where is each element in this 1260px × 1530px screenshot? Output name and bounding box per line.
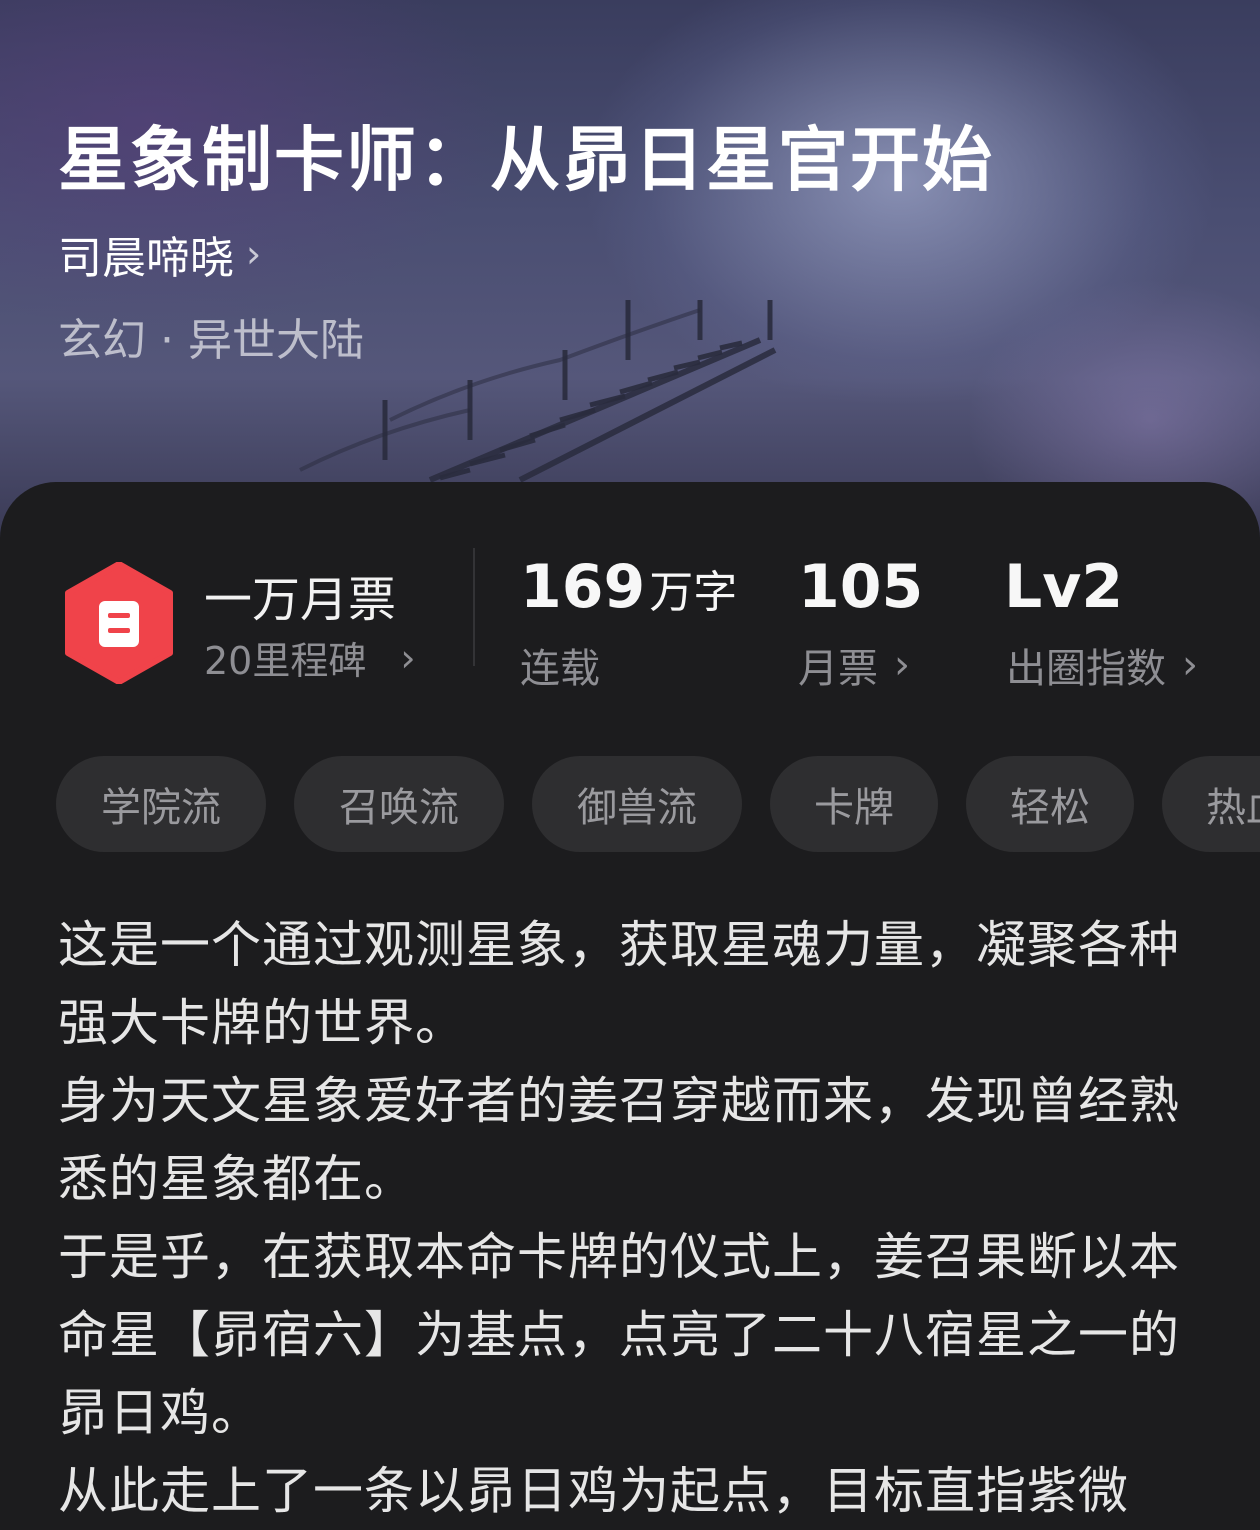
influence-level-value: Lv2 <box>1004 552 1124 622</box>
tag-academy[interactable]: 学院流 <box>56 756 266 852</box>
monthly-ticket-badge-icon[interactable] <box>64 562 174 684</box>
monthly-votes-label: 月票 <box>798 646 878 692</box>
tag-list: 学院流 召唤流 御兽流 卡牌 轻松 热血 <box>56 756 1260 854</box>
word-count-value: 169 <box>520 552 646 622</box>
influence-index-label: 出圈指数 <box>1006 646 1166 692</box>
monthly-votes-value: 105 <box>798 552 924 622</box>
chevron-right-icon: › <box>246 232 262 276</box>
tag-relaxed[interactable]: 轻松 <box>966 756 1134 852</box>
book-title: 星象制卡师：从昴日星官开始 <box>58 118 994 201</box>
serial-status-label: 连载 <box>520 646 600 692</box>
tag-cards[interactable]: 卡牌 <box>770 756 938 852</box>
word-count: 169万字 <box>520 552 737 622</box>
synopsis-paragraph: 这是一个通过观测星象，获取星魂力量，凝聚各种强大卡牌的世界。 <box>58 916 1180 1052</box>
synopsis-paragraph: 从此走上了一条以昴日鸡为起点，目标直指紫微 <box>58 1462 1129 1520</box>
synopsis-paragraph: 身为天文星象爱好者的姜召穿越而来，发现曾经熟悉的星象都在。 <box>58 1072 1180 1208</box>
ticket-goal-title: 一万月票 <box>204 572 397 628</box>
divider <box>473 548 475 666</box>
author-name: 司晨啼晓 <box>58 233 234 284</box>
chevron-right-icon: › <box>894 642 910 688</box>
tag-summoning[interactable]: 召唤流 <box>294 756 504 852</box>
word-count-unit: 万字 <box>649 567 738 618</box>
monthly-votes-link[interactable]: 月票 › <box>798 636 910 694</box>
milestone-link[interactable]: 20里程碑 › <box>204 630 416 685</box>
book-cover-hero: 星象制卡师：从昴日星官开始 司晨啼晓 › 玄幻 · 异世大陆 <box>0 0 1260 540</box>
influence-index-link[interactable]: 出圈指数 › <box>1006 636 1198 694</box>
tag-hot-blooded[interactable]: 热血 <box>1162 756 1260 852</box>
author-link[interactable]: 司晨啼晓 › <box>58 222 261 286</box>
chevron-right-icon: › <box>1182 642 1198 688</box>
tag-beast-taming[interactable]: 御兽流 <box>532 756 742 852</box>
synopsis-paragraph: 于是乎，在获取本命卡牌的仪式上，姜召果断以本命星【昴宿六】为基点，点亮了二十八宿… <box>58 1228 1180 1442</box>
book-synopsis: 这是一个通过观测星象，获取星魂力量，凝聚各种强大卡牌的世界。 身为天文星象爱好者… <box>58 906 1208 1530</box>
chevron-right-icon: › <box>400 635 416 680</box>
milestone-label: 20里程碑 <box>204 639 367 683</box>
genre-label: 玄幻 · 异世大陆 <box>58 315 364 366</box>
